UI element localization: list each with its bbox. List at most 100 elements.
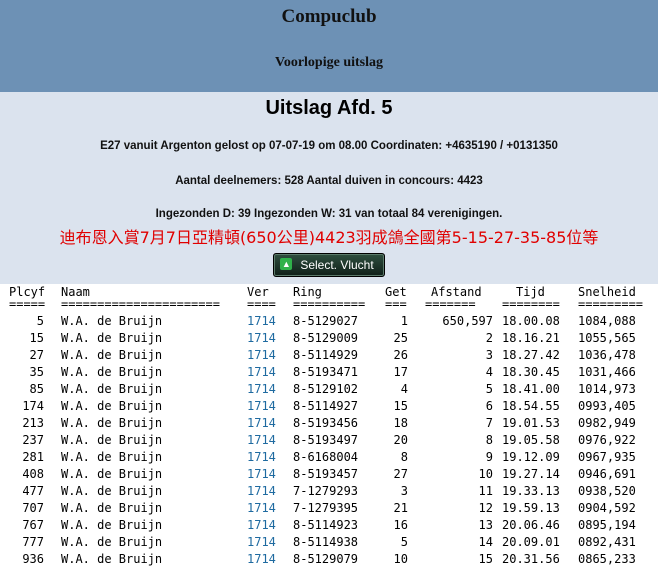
cell-plcyf: 281 xyxy=(22,450,44,464)
cell-ring: 8-5129009 xyxy=(293,331,359,345)
cell-naam: W.A. de Bruijn xyxy=(61,484,163,498)
separator-cell: ======== xyxy=(502,297,560,311)
cell-ring: 8-6168004 xyxy=(293,450,359,464)
cell-plcyf: 707 xyxy=(22,501,44,515)
page-title: Uitslag Afd. 5 xyxy=(265,97,393,119)
cell-plcyf: 5 xyxy=(36,314,44,328)
cell-ver[interactable]: 1714 xyxy=(247,551,276,568)
cell-ver[interactable]: 1714 xyxy=(247,347,276,364)
separator-cell: ========== xyxy=(293,297,366,311)
select-flight-label: Select. Vlucht xyxy=(300,258,374,272)
cell-snelheid: 0993,405 xyxy=(578,399,636,413)
cell-plcyf: 767 xyxy=(22,518,44,532)
cell-snelheid: 0982,949 xyxy=(578,416,636,430)
table-row: 213 W.A. de Bruijn 1714 8-5193456 18 7 19.01.5… xyxy=(0,415,658,432)
cell-naam: W.A. de Bruijn xyxy=(61,416,163,430)
cell-snelheid: 0892,431 xyxy=(578,535,636,549)
cell-tijd: 18.16.21 xyxy=(502,331,560,345)
cell-naam: W.A. de Bruijn xyxy=(61,331,163,345)
cell-afstand: 6 xyxy=(485,399,493,413)
cell-get: 1 xyxy=(400,314,408,328)
header-banner: Compuclub Voorlopige uitslag xyxy=(0,0,658,92)
page-subtitle: Voorlopige uitslag xyxy=(275,55,383,70)
entries-info: Ingezonden D: 39 Ingezonden W: 31 van to… xyxy=(155,208,503,220)
cell-ver[interactable]: 1714 xyxy=(247,364,276,381)
cell-afstand: 650,597 xyxy=(442,314,493,328)
cell-tijd: 19.27.14 xyxy=(502,467,560,481)
cell-get: 20 xyxy=(393,433,408,447)
cell-get: 3 xyxy=(400,484,408,498)
cell-ver[interactable]: 1714 xyxy=(247,381,276,398)
cell-snelheid: 0967,935 xyxy=(578,450,636,464)
cell-afstand: 4 xyxy=(485,365,493,379)
cell-naam: W.A. de Bruijn xyxy=(61,314,163,328)
cell-tijd: 20.31.56 xyxy=(502,552,560,566)
cell-ver[interactable]: 1714 xyxy=(247,500,276,517)
cell-ver[interactable]: 1714 xyxy=(247,534,276,551)
cell-snelheid: 0946,691 xyxy=(578,467,636,481)
cell-ver[interactable]: 1714 xyxy=(247,483,276,500)
cell-snelheid: 0938,520 xyxy=(578,484,636,498)
cell-tijd: 19.12.09 xyxy=(502,450,560,464)
cell-naam: W.A. de Bruijn xyxy=(61,501,163,515)
cell-afstand: 15 xyxy=(478,552,493,566)
results-table: Plcyf Naam Ver Ring Get Afstand Tijd Sne… xyxy=(0,284,658,568)
cell-ver[interactable]: 1714 xyxy=(247,415,276,432)
table-row: 85 W.A. de Bruijn 1714 8-5129102 4 5 18.41.00 1… xyxy=(0,381,658,398)
table-row: 237 W.A. de Bruijn 1714 8-5193497 20 8 19.05.5… xyxy=(0,432,658,449)
cell-ver[interactable]: 1714 xyxy=(247,330,276,347)
cell-get: 10 xyxy=(393,552,408,566)
cell-plcyf: 35 xyxy=(29,365,44,379)
select-flight-button[interactable]: ▲ Select. Vlucht xyxy=(273,253,385,277)
cell-afstand: 12 xyxy=(478,501,493,515)
cell-snelheid: 1036,478 xyxy=(578,348,636,362)
cell-ring: 8-5129102 xyxy=(293,382,359,396)
cell-naam: W.A. de Bruijn xyxy=(61,450,163,464)
cell-get: 5 xyxy=(400,535,408,549)
table-row: 777 W.A. de Bruijn 1714 8-5114938 5 14 20.09.0… xyxy=(0,534,658,551)
cell-ver[interactable]: 1714 xyxy=(247,449,276,466)
cell-ver[interactable]: 1714 xyxy=(247,398,276,415)
cell-snelheid: 0904,592 xyxy=(578,501,636,515)
table-row: 174 W.A. de Bruijn 1714 8-5114927 15 6 18.54.5… xyxy=(0,398,658,415)
cell-get: 8 xyxy=(400,450,408,464)
cell-ver[interactable]: 1714 xyxy=(247,313,276,330)
cell-ver[interactable]: 1714 xyxy=(247,466,276,483)
cell-ring: 8-5193456 xyxy=(293,416,359,430)
table-row: 767 W.A. de Bruijn 1714 8-5114923 16 13 20.06.… xyxy=(0,517,658,534)
cell-get: 21 xyxy=(393,501,408,515)
cell-afstand: 10 xyxy=(478,467,493,481)
cell-plcyf: 477 xyxy=(22,484,44,498)
table-row: 936 W.A. de Bruijn 1714 8-5129079 10 15 20.31.… xyxy=(0,551,658,568)
cell-tijd: 18.27.42 xyxy=(502,348,560,362)
cell-ver[interactable]: 1714 xyxy=(247,517,276,534)
cell-ring: 8-5114923 xyxy=(293,518,359,532)
cell-afstand: 8 xyxy=(485,433,493,447)
cell-plcyf: 936 xyxy=(22,552,44,566)
cell-ver[interactable]: 1714 xyxy=(247,432,276,449)
cell-plcyf: 85 xyxy=(29,382,44,396)
cell-naam: W.A. de Bruijn xyxy=(61,365,163,379)
table-separator: ===== ====================== ==== ======… xyxy=(0,297,658,313)
cell-ring: 8-5193457 xyxy=(293,467,359,481)
cell-snelheid: 1031,466 xyxy=(578,365,636,379)
cell-ring: 7-1279395 xyxy=(293,501,359,515)
table-row: 707 W.A. de Bruijn 1714 7-1279395 21 12 19.59.… xyxy=(0,500,658,517)
table-row: 35 W.A. de Bruijn 1714 8-5193471 17 4 18.30.45… xyxy=(0,364,658,381)
cell-get: 18 xyxy=(393,416,408,430)
club-name: Compuclub xyxy=(281,6,377,27)
cell-ring: 8-5114927 xyxy=(293,399,359,413)
cell-ring: 8-5114929 xyxy=(293,348,359,362)
cell-naam: W.A. de Bruijn xyxy=(61,552,163,566)
cell-afstand: 3 xyxy=(485,348,493,362)
table-row: 5 W.A. de Bruijn 1714 8-5129027 1 650,597 18.0… xyxy=(0,313,658,330)
table-row: 281 W.A. de Bruijn 1714 8-6168004 8 9 19.12.09… xyxy=(0,449,658,466)
table-row: 15 W.A. de Bruijn 1714 8-5129009 25 2 18.16.21… xyxy=(0,330,658,347)
cell-get: 4 xyxy=(400,382,408,396)
cell-ring: 7-1279293 xyxy=(293,484,359,498)
cell-naam: W.A. de Bruijn xyxy=(61,348,163,362)
cell-tijd: 19.01.53 xyxy=(502,416,560,430)
cell-get: 17 xyxy=(393,365,408,379)
cell-tijd: 20.06.46 xyxy=(502,518,560,532)
separator-cell: === xyxy=(385,297,407,311)
